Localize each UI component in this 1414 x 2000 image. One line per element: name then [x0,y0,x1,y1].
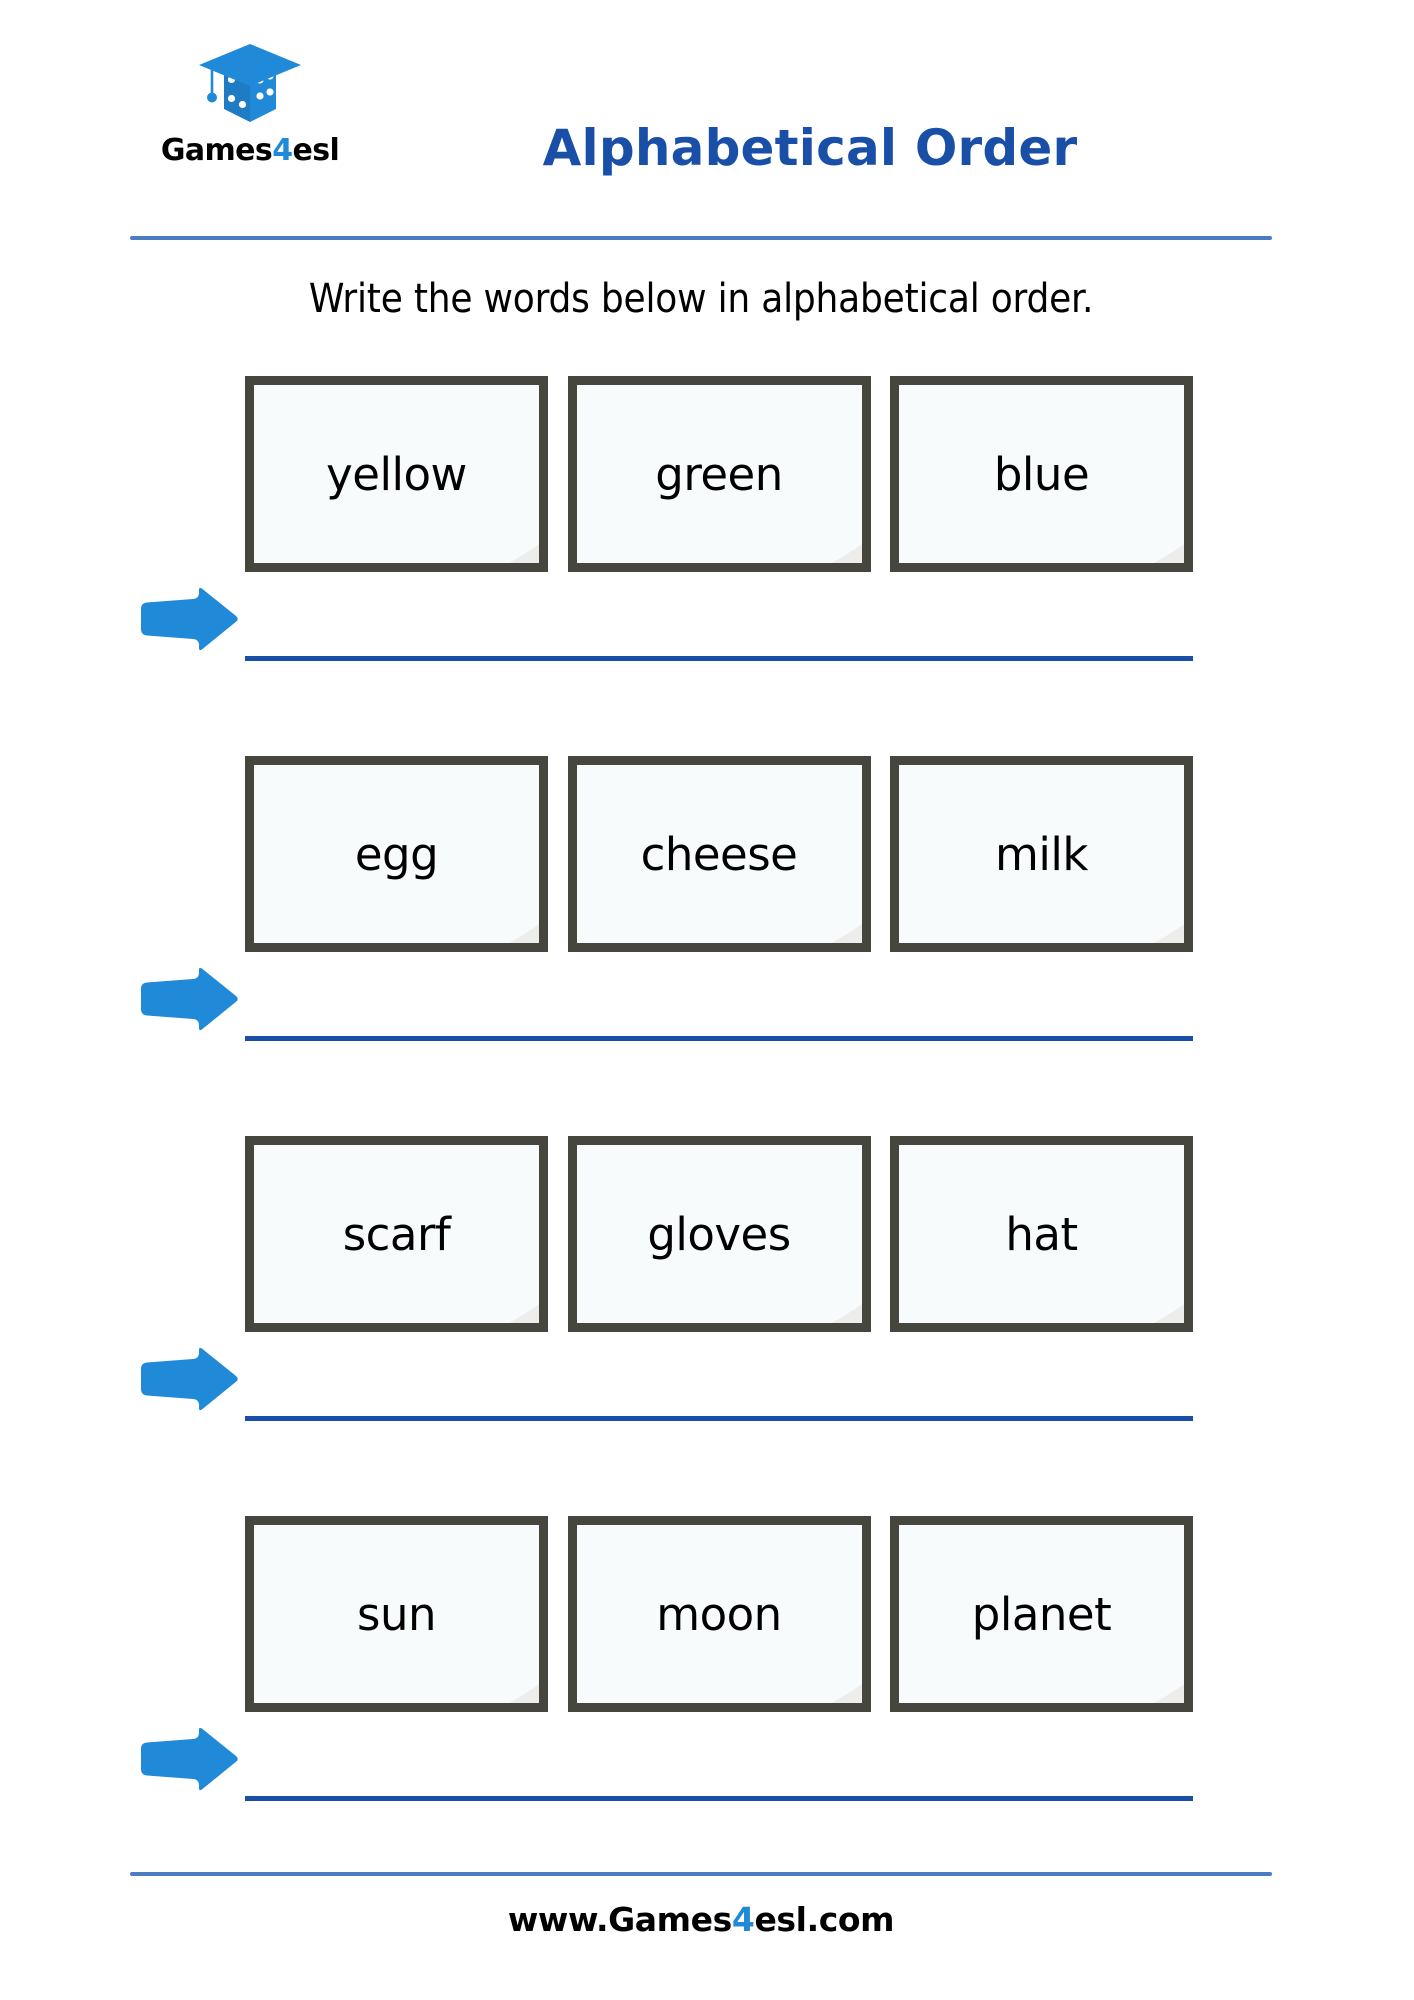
word-card[interactable]: moon [567,1516,871,1712]
word-card-surface: gloves [576,1145,862,1323]
answer-input[interactable] [245,1726,1193,1796]
word-card-label: green [655,447,783,501]
word-card[interactable]: gloves [567,1136,871,1332]
word-card[interactable]: scarf [245,1136,548,1332]
graduation-cap-dice-icon [199,44,301,122]
word-card[interactable]: egg [245,756,548,952]
answer-area [0,1332,1414,1426]
question-block: yellow green blue [0,376,1414,666]
word-card-row: scarf gloves hat [245,1136,1193,1332]
answer-line [245,656,1193,661]
word-card-surface: yellow [254,385,539,563]
answer-input[interactable] [245,966,1193,1036]
question-block: scarf gloves hat [0,1136,1414,1426]
word-card-surface: cheese [576,765,862,943]
footer-url-accent: 4 [731,1900,755,1939]
logo-wordmark-pre: Games [160,133,273,168]
word-card-surface: blue [899,385,1184,563]
answer-input[interactable] [245,586,1193,656]
right-arrow-icon [141,967,238,1031]
word-card-label: yellow [326,447,467,501]
word-card-row: sun moon planet [245,1516,1193,1712]
worksheet-footer: www.Games4esl.com [130,1900,1272,1939]
word-card-row: yellow green blue [245,376,1193,572]
word-card[interactable]: milk [890,756,1193,952]
word-card[interactable]: blue [890,376,1193,572]
word-card-label: scarf [342,1207,451,1261]
page-title: Alphabetical Order [542,119,1078,177]
word-card-surface: planet [899,1525,1184,1703]
footer-url-post: esl.com [754,1900,895,1939]
word-card-row: egg cheese milk [245,756,1193,952]
word-card-label: hat [1005,1207,1078,1261]
word-card-surface: egg [254,765,539,943]
answer-line [245,1036,1193,1041]
answer-input[interactable] [245,1346,1193,1416]
word-card[interactable]: yellow [245,376,548,572]
word-card[interactable]: cheese [567,756,871,952]
word-card-label: gloves [647,1207,791,1261]
word-card-label: cheese [640,827,798,881]
question-block: egg cheese milk [0,756,1414,1046]
word-card-surface: milk [899,765,1184,943]
right-arrow-icon [141,1727,238,1791]
word-card-surface: sun [254,1525,539,1703]
word-card-label: sun [357,1587,437,1641]
word-card[interactable]: hat [890,1136,1193,1332]
word-card[interactable]: planet [890,1516,1193,1712]
right-arrow-icon [141,1347,238,1411]
answer-area [0,572,1414,666]
footer-divider [130,1872,1272,1876]
word-card-label: milk [995,827,1088,881]
worksheet-header: Games4esl Alphabetical Order [0,0,1414,250]
word-card[interactable]: sun [245,1516,548,1712]
footer-url-pre: www.Games [507,1900,732,1939]
word-card-surface: scarf [254,1145,539,1323]
word-card-surface: moon [576,1525,862,1703]
answer-area [0,1712,1414,1806]
word-card-label: egg [354,827,439,881]
word-card-label: planet [971,1587,1112,1641]
logo-wordmark-accent: 4 [272,133,293,168]
question-block: sun moon planet [0,1516,1414,1806]
word-card[interactable]: green [567,376,871,572]
word-card-surface: green [576,385,862,563]
answer-line [245,1796,1193,1801]
header-divider [130,236,1272,240]
answer-area [0,952,1414,1046]
instruction-text: Write the words below in alphabetical or… [308,276,1094,322]
worksheet-page: Games4esl Alphabetical Order Write the w… [0,0,1414,2000]
right-arrow-icon [141,587,238,651]
word-card-surface: hat [899,1145,1184,1323]
footer-url: www.Games4esl.com [130,1900,1272,1939]
word-card-label: moon [656,1587,782,1641]
word-card-label: blue [993,447,1090,501]
answer-line [245,1416,1193,1421]
